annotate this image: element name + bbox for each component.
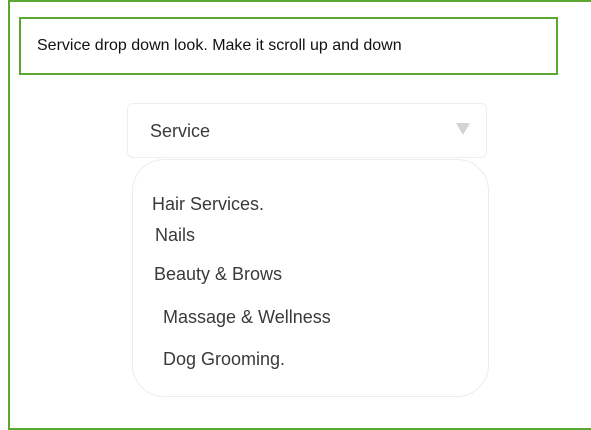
service-options-list[interactable]: Hair Services. Nails Beauty & Brows Mass… <box>132 159 489 397</box>
service-dropdown-label: Service <box>150 121 211 141</box>
option-nails[interactable]: Nails <box>155 225 195 246</box>
option-massage-wellness[interactable]: Massage & Wellness <box>163 307 331 328</box>
annotation-note: Service drop down look. Make it scroll u… <box>19 17 558 75</box>
option-dog-grooming[interactable]: Dog Grooming. <box>163 349 285 370</box>
caret-down-icon <box>456 123 470 135</box>
option-hair-services[interactable]: Hair Services. <box>152 194 264 215</box>
annotation-text: Service drop down look. Make it scroll u… <box>37 37 402 54</box>
service-dropdown[interactable]: Service <box>127 103 487 158</box>
option-beauty-brows[interactable]: Beauty & Brows <box>154 264 282 285</box>
